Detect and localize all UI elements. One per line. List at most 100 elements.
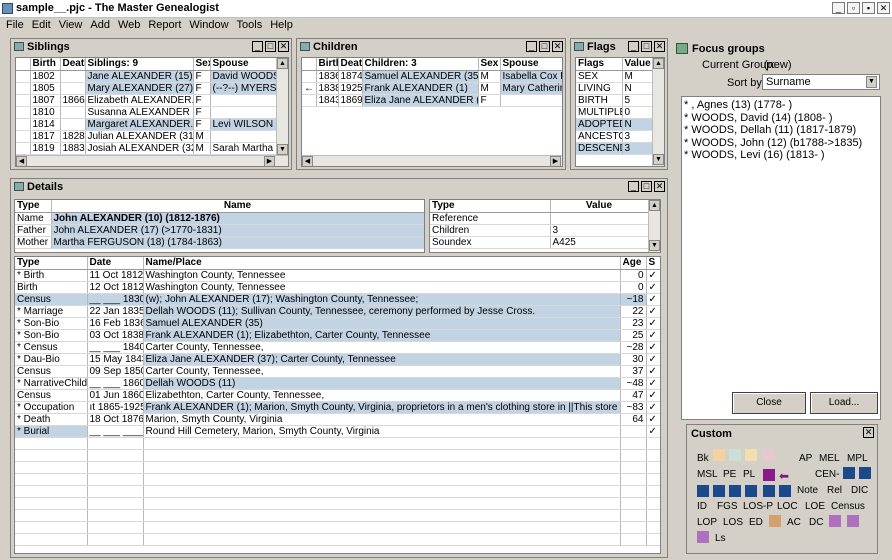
siblings-close[interactable]: ✕ xyxy=(278,41,289,52)
ref-row[interactable]: Soundex A425 xyxy=(430,236,649,249)
event-row[interactable]: Birth 12 Oct 1812 Washington County, Tenne… xyxy=(15,281,660,294)
custom-button-label[interactable]: DC xyxy=(809,517,823,528)
events-grid[interactable]: Type Date Name/Place Age S * Birth 11 Oct 181… xyxy=(14,256,661,554)
focus-list-item[interactable]: * WOODS, David (14) (1808- ) xyxy=(684,112,878,125)
custom-button-label[interactable]: Census xyxy=(831,501,865,512)
event-row[interactable]: * NarrativeChildren__ ___ 1860Dellah WOO… xyxy=(15,377,660,390)
event-row[interactable]: * Burial __ ___ ____ Round Hill Cemetery, … xyxy=(15,425,660,438)
scroll-down-icon[interactable]: ▼ xyxy=(653,154,664,165)
close-window-button[interactable]: ✕ xyxy=(877,2,890,14)
custom-button-label[interactable]: FGS xyxy=(717,501,738,512)
person-row[interactable]: Mother Martha FERGUSON (18) (1784-1863) xyxy=(15,236,424,249)
close-button[interactable]: Close xyxy=(732,392,806,414)
custom-color-button[interactable] xyxy=(829,515,841,527)
event-row[interactable]: Census 01 Jun 1860 Elizabethton, Carter Co… xyxy=(15,389,660,402)
scroll-right-icon[interactable]: ▶ xyxy=(550,156,561,166)
custom-color-button[interactable] xyxy=(843,467,855,479)
custom-color-button[interactable] xyxy=(713,449,725,461)
flags-grid[interactable]: Flags Value SEX M LIVING N BIRTH 5 MULTIPLE 0 ADO… xyxy=(575,57,665,167)
scroll-right-icon[interactable]: ▶ xyxy=(264,156,275,166)
custom-button-label[interactable]: LOP xyxy=(697,517,717,528)
event-row[interactable]: * Census __ ___ 1840 Carter County, Tennes… xyxy=(15,341,660,354)
siblings-maximize[interactable]: □ xyxy=(265,41,276,52)
event-row[interactable]: * Son-Bio 03 Oct 1838 Frank ALEXANDER (1);… xyxy=(15,329,660,342)
scroll-up-icon[interactable]: ▲ xyxy=(277,58,288,69)
siblings-minimize[interactable]: _ xyxy=(252,41,263,52)
focus-list-item[interactable]: * WOODS, John (12) (b1788->1835) xyxy=(684,137,878,150)
menu-add[interactable]: Add xyxy=(86,18,114,31)
custom-button-label[interactable]: PE xyxy=(723,469,736,480)
menu-help[interactable]: Help xyxy=(266,18,297,31)
scroll-up-icon[interactable]: ▲ xyxy=(653,58,664,69)
sort-select[interactable]: Surname ▼ xyxy=(762,74,880,90)
custom-button-label[interactable]: ED xyxy=(749,517,763,528)
custom-color-button[interactable] xyxy=(763,469,775,481)
custom-button-label[interactable]: AP xyxy=(799,453,812,464)
sibling-row[interactable]: 1819 1883 Josiah ALEXANDER (32) M Sarah Mart… xyxy=(16,142,279,155)
custom-button-label[interactable]: LOS-P xyxy=(743,501,773,512)
custom-color-button[interactable] xyxy=(779,485,791,497)
focus-list-item[interactable]: * WOODS, Dellah (11) (1817-1879) xyxy=(684,124,878,137)
menu-tools[interactable]: Tools xyxy=(233,18,267,31)
sibling-row[interactable]: 1810 Susanna ALEXANDER (... F xyxy=(16,106,279,119)
event-row[interactable]: * Marriage 22 Jan 1835 Dellah WOODS (11); … xyxy=(15,305,660,318)
sibling-row[interactable]: 1814 Margaret ALEXANDER... F Levi WILSON (5 xyxy=(16,118,279,131)
person-row[interactable]: Name John ALEXANDER (10) (1812-1876) xyxy=(15,212,424,225)
refs-vscroll[interactable]: ▲ ▼ xyxy=(648,200,660,252)
minimize-button[interactable]: _ xyxy=(832,2,845,14)
details-close[interactable]: ✕ xyxy=(654,181,665,192)
event-row[interactable]: Census 09 Sep 1850 Carter County, Tennesse… xyxy=(15,365,660,378)
flags-maximize[interactable]: □ xyxy=(641,41,652,52)
event-row[interactable]: * Birth 11 Oct 1812 Washington County, Ten… xyxy=(15,269,660,282)
custom-color-button[interactable] xyxy=(763,449,775,461)
child-row[interactable]: 18361874Samuel ALEXANDER (35)MIsabella C… xyxy=(302,70,562,83)
event-row[interactable]: * Son-Bio 16 Feb 1836 Samuel ALEXANDER (35… xyxy=(15,317,660,330)
custom-color-button[interactable] xyxy=(763,485,775,497)
custom-button-label[interactable]: DIC xyxy=(851,485,868,496)
flags-vscroll[interactable]: ▲ ▼ xyxy=(652,58,664,166)
custom-close[interactable]: ✕ xyxy=(863,427,874,438)
children-close[interactable]: ✕ xyxy=(552,41,563,52)
siblings-hscroll[interactable]: ◀ ▶ xyxy=(16,155,288,166)
custom-button-label[interactable]: LOS xyxy=(723,517,743,528)
menu-report[interactable]: Report xyxy=(144,18,185,31)
custom-color-button[interactable] xyxy=(859,467,871,479)
custom-color-button[interactable] xyxy=(697,485,709,497)
focus-list-item[interactable]: * WOODS, Levi (16) (1813- ) xyxy=(684,149,878,162)
custom-button-label[interactable]: PL xyxy=(743,469,755,480)
restore-button[interactable]: ▫ xyxy=(847,2,860,14)
custom-button-label[interactable]: Note xyxy=(797,485,818,496)
children-hscroll[interactable]: ◀ ▶ xyxy=(302,155,562,166)
sibling-row[interactable]: 1817 1828 Julian ALEXANDER (31) M xyxy=(16,130,279,143)
menu-window[interactable]: Window xyxy=(185,18,232,31)
flag-row[interactable]: SEX M xyxy=(576,70,653,83)
sibling-row[interactable]: 1802 Jane ALEXANDER (15)FDavid WOODS (1 xyxy=(16,70,279,83)
children-maximize[interactable]: □ xyxy=(539,41,550,52)
scroll-left-icon[interactable]: ◀ xyxy=(302,156,313,166)
event-row[interactable]: Census __ ___ 1830 (w); John ALEXANDER (17… xyxy=(15,293,660,306)
event-row[interactable]: * Occupation ıt 1865-1925 Frank ALEXANDER … xyxy=(15,401,660,414)
custom-color-button[interactable] xyxy=(729,485,741,497)
system-button[interactable]: ▪ xyxy=(862,2,875,14)
flag-row[interactable]: ANCESTOR3 xyxy=(576,130,653,143)
menu-edit[interactable]: Edit xyxy=(28,18,55,31)
menu-web[interactable]: Web xyxy=(114,18,144,31)
load-button[interactable]: Load... xyxy=(810,392,878,414)
event-row[interactable]: * Dau-Bio 15 May 1843 Eliza Jane ALEXANDER… xyxy=(15,353,660,366)
custom-button-label[interactable]: LOC xyxy=(777,501,798,512)
event-row[interactable]: * Death 18 Oct 1876 Marion, Smyth County, … xyxy=(15,413,660,426)
siblings-grid[interactable]: BirthDeathSiblings: 9SexSpouse 1802 Jane … xyxy=(15,57,289,167)
flag-row[interactable]: LIVING N xyxy=(576,82,653,95)
details-maximize[interactable]: □ xyxy=(641,181,652,192)
custom-button-label[interactable]: CEN- xyxy=(815,469,839,480)
custom-button-label[interactable]: MSL xyxy=(697,469,718,480)
sibling-row[interactable]: 1805 Mary ALEXANDER (27) F (--?--) MYERS ( xyxy=(16,82,279,95)
people-grid[interactable]: Type Name Name John ALEXANDER (10) (1812-1… xyxy=(14,199,425,253)
custom-button-label[interactable]: LOE xyxy=(805,501,825,512)
flag-row[interactable]: DESCENDA3 xyxy=(576,142,653,155)
chevron-down-icon[interactable]: ▼ xyxy=(866,76,877,88)
arrow-left-icon[interactable]: ⬅ xyxy=(779,469,789,483)
flags-close[interactable]: ✕ xyxy=(654,41,665,52)
menu-view[interactable]: View xyxy=(55,18,87,31)
custom-color-button[interactable] xyxy=(769,515,781,527)
